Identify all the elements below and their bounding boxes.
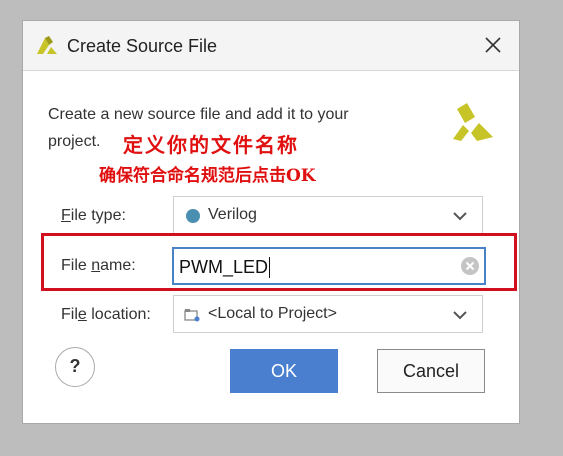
cancel-button[interactable]: Cancel — [377, 349, 485, 393]
create-source-file-dialog: Create Source File Create a new source f… — [22, 20, 520, 424]
verilog-dot-icon — [186, 209, 200, 223]
local-project-icon — [184, 309, 200, 322]
vivado-large-logo-icon — [453, 103, 493, 141]
file-location-value: <Local to Project> — [208, 305, 337, 322]
file-location-label: File location: — [61, 306, 151, 323]
title-bar[interactable]: Create Source File — [23, 21, 519, 71]
file-type-select[interactable]: Verilog — [173, 196, 483, 234]
file-name-label: File name: — [61, 257, 136, 274]
window-title: Create Source File — [67, 36, 218, 56]
description-line-1: Create a new source file and add it to y… — [48, 106, 349, 123]
file-name-input[interactable]: PWM_LED — [172, 247, 486, 285]
help-button[interactable]: ? — [55, 347, 95, 387]
chevron-down-icon — [453, 311, 467, 320]
ok-button[interactable]: OK — [230, 349, 338, 393]
file-type-value: Verilog — [208, 206, 257, 223]
help-icon: ? — [69, 356, 81, 376]
file-location-select[interactable]: <Local to Project> — [173, 295, 483, 333]
close-icon[interactable] — [477, 29, 509, 61]
chevron-down-icon — [453, 212, 467, 221]
vivado-logo-icon — [37, 36, 57, 54]
annotation-instruction: 确保符合命名规范后点击OK — [99, 166, 316, 186]
file-name-value: PWM_LED — [179, 257, 271, 278]
annotation-title: 定义你的文件名称 — [123, 133, 299, 157]
clear-icon[interactable] — [460, 256, 480, 276]
file-type-label: File type: — [61, 207, 126, 224]
